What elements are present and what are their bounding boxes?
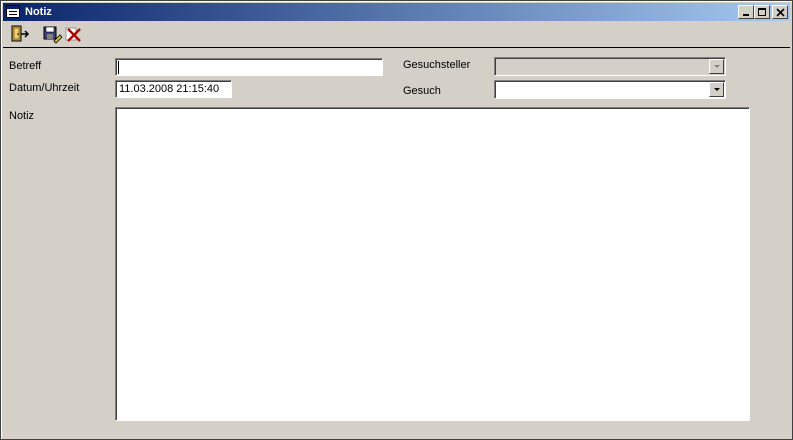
- gesuch-dropdown-button[interactable]: [709, 82, 724, 97]
- text-caret: [118, 61, 119, 74]
- chevron-down-icon: [714, 65, 720, 68]
- minimize-icon: [743, 14, 749, 16]
- datum-input[interactable]: 11.03.2008 21:15:40: [115, 80, 232, 98]
- window-title: Notiz: [25, 6, 52, 18]
- toolbar: [3, 22, 790, 48]
- datum-label: Datum/Uhrzeit: [9, 82, 80, 94]
- gesuchsteller-dropdown-button[interactable]: [709, 59, 724, 74]
- betreff-input[interactable]: [115, 58, 383, 76]
- save-edit-icon: [43, 26, 63, 44]
- delete-x-icon: [65, 27, 81, 42]
- betreff-label: Betreff: [9, 60, 42, 72]
- notiz-textarea[interactable]: [115, 107, 750, 421]
- door-exit-icon: [11, 25, 30, 42]
- title-bar[interactable]: Notiz: [3, 3, 790, 21]
- maximize-button[interactable]: [754, 5, 770, 19]
- close-icon: [776, 8, 785, 17]
- notiz-window: Notiz Betreff Datum/Uhrzeit 11.03.2008 2…: [0, 0, 793, 440]
- close-button[interactable]: [772, 5, 788, 19]
- gesuchsteller-select[interactable]: [494, 57, 726, 76]
- delete-button[interactable]: [63, 24, 85, 45]
- gesuch-select[interactable]: [494, 80, 726, 99]
- notiz-label: Notiz: [9, 110, 35, 122]
- gesuchsteller-label: Gesuchsteller: [403, 59, 471, 71]
- save-button[interactable]: [41, 24, 63, 45]
- form-icon: [6, 5, 20, 18]
- gesuch-label: Gesuch: [403, 85, 441, 97]
- exit-button[interactable]: [9, 24, 31, 45]
- chevron-down-icon: [714, 88, 720, 91]
- minimize-button[interactable]: [738, 5, 754, 19]
- datum-value: 11.03.2008 21:15:40: [119, 83, 220, 95]
- maximize-icon: [758, 8, 766, 16]
